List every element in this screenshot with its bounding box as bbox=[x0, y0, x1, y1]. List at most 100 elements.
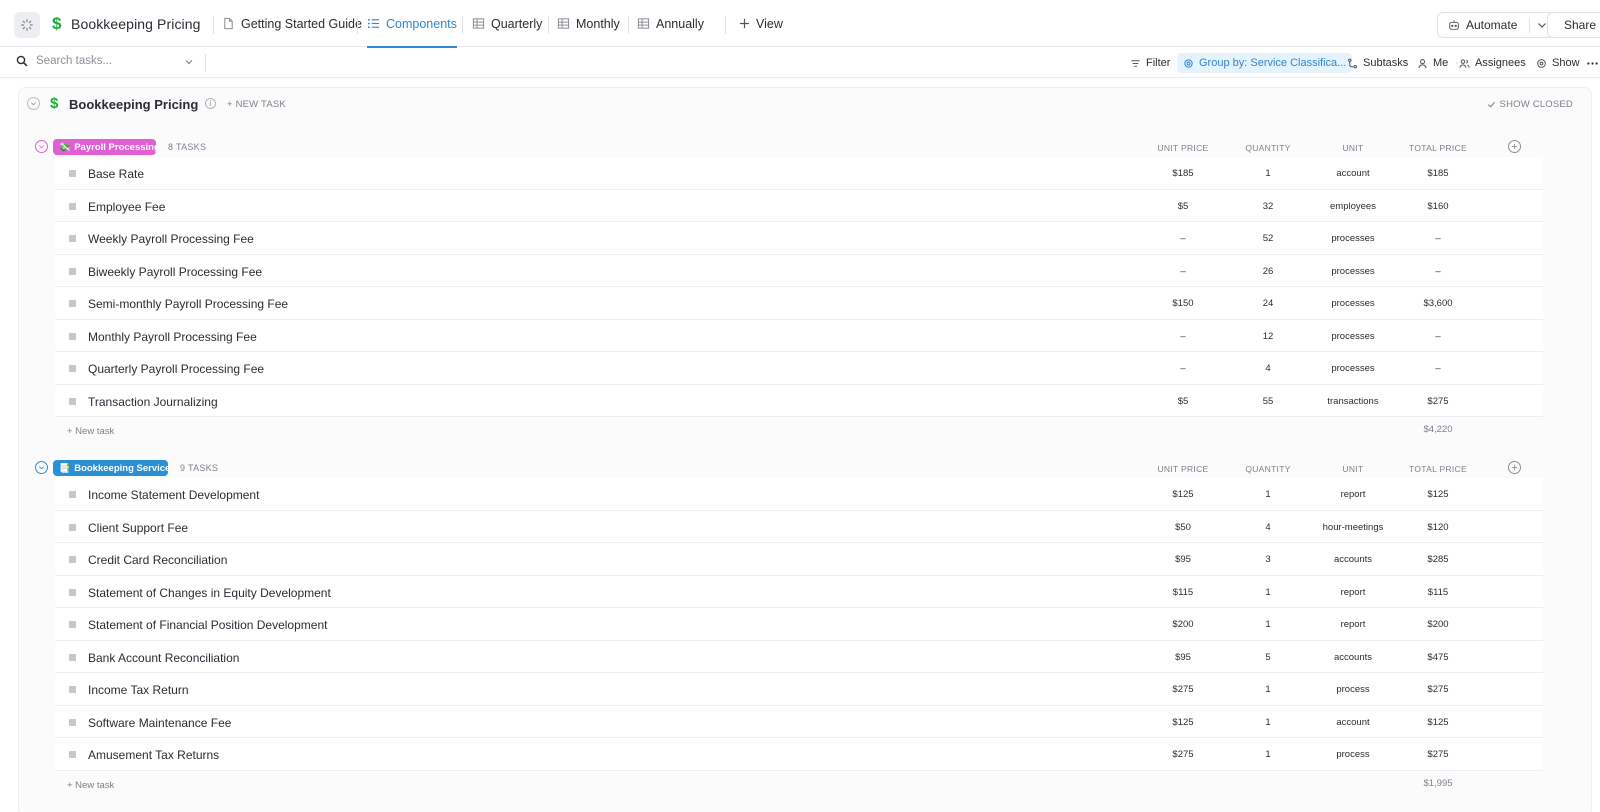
list-title[interactable]: Bookkeeping Pricing bbox=[69, 97, 198, 112]
table-row[interactable]: Semi-monthly Payroll Processing Fee $150 2… bbox=[55, 287, 1543, 320]
column-header-quantity[interactable]: QUANTITY bbox=[1228, 464, 1308, 474]
add-column-button[interactable] bbox=[1508, 140, 1521, 153]
status-square-icon[interactable] bbox=[69, 751, 76, 758]
quantity-cell[interactable]: 32 bbox=[1228, 201, 1308, 212]
status-square-icon[interactable] bbox=[69, 556, 76, 563]
quantity-cell[interactable]: 5 bbox=[1228, 652, 1308, 663]
table-row[interactable]: Monthly Payroll Processing Fee –12 process… bbox=[55, 319, 1543, 352]
status-square-icon[interactable] bbox=[69, 267, 76, 275]
unit-price-cell[interactable]: $115 bbox=[1143, 587, 1223, 598]
unit-price-cell[interactable]: – bbox=[1143, 266, 1223, 277]
task-name[interactable]: Semi-monthly Payroll Processing Fee bbox=[88, 297, 288, 311]
unit-cell[interactable]: report bbox=[1313, 619, 1393, 630]
status-square-icon[interactable] bbox=[69, 170, 76, 177]
quantity-cell[interactable]: 26 bbox=[1228, 266, 1308, 277]
new-task-button[interactable]: + NEW TASK bbox=[227, 99, 286, 110]
table-row[interactable]: Quarterly Payroll Processing Fee –4 proces… bbox=[55, 352, 1543, 385]
status-square-icon[interactable] bbox=[69, 202, 76, 210]
unit-price-cell[interactable]: $5 bbox=[1143, 396, 1223, 407]
unit-price-cell[interactable]: $125 bbox=[1143, 717, 1223, 728]
unit-price-cell[interactable]: – bbox=[1143, 363, 1223, 374]
quantity-cell[interactable]: 4 bbox=[1228, 522, 1308, 533]
task-name[interactable]: Transaction Journalizing bbox=[88, 395, 218, 409]
table-row[interactable]: Employee Fee $5 32 employees $160 bbox=[55, 189, 1543, 222]
unit-price-cell[interactable]: $125 bbox=[1143, 489, 1223, 500]
status-square-icon[interactable] bbox=[69, 523, 76, 531]
table-row[interactable]: Biweekly Payroll Processing Fee –26 proces… bbox=[55, 254, 1543, 287]
task-name[interactable]: Employee Fee bbox=[88, 200, 165, 214]
status-square-icon[interactable] bbox=[69, 300, 76, 307]
table-row[interactable]: Transaction Journalizing $5 55 transactions… bbox=[55, 384, 1543, 417]
status-square-icon[interactable] bbox=[69, 653, 76, 661]
filter-button[interactable]: Filter bbox=[1127, 53, 1173, 73]
quantity-cell[interactable]: 1 bbox=[1228, 587, 1308, 598]
table-row[interactable]: Credit Card Reconciliation $95 3 accounts $2… bbox=[55, 543, 1543, 576]
assignees-button[interactable]: Assignees bbox=[1456, 53, 1529, 73]
quantity-cell[interactable]: 1 bbox=[1228, 717, 1308, 728]
column-header-total-price[interactable]: TOTAL PRICE bbox=[1398, 143, 1478, 153]
subtasks-button[interactable]: Subtasks bbox=[1344, 53, 1411, 73]
unit-price-cell[interactable]: $200 bbox=[1143, 619, 1223, 630]
status-square-icon[interactable] bbox=[69, 718, 76, 726]
table-row[interactable]: Base Rate $185 1 account $185 bbox=[55, 157, 1543, 190]
unit-price-cell[interactable]: $95 bbox=[1143, 652, 1223, 663]
unit-price-cell[interactable]: – bbox=[1143, 331, 1223, 342]
unit-price-cell[interactable]: $5 bbox=[1143, 201, 1223, 212]
status-square-icon[interactable] bbox=[69, 621, 76, 628]
status-square-icon[interactable] bbox=[69, 588, 76, 596]
table-row[interactable]: Statement of Changes in Equity Developme… bbox=[55, 575, 1543, 608]
tab-quarterly[interactable]: Quarterly bbox=[472, 0, 542, 47]
group-pill[interactable]: 💸 Payroll Processing bbox=[53, 139, 160, 155]
unit-cell[interactable]: processes bbox=[1313, 363, 1393, 374]
info-icon[interactable]: i bbox=[205, 98, 216, 109]
task-name[interactable]: Monthly Payroll Processing Fee bbox=[88, 330, 257, 344]
group-pill[interactable]: 📑 Bookkeeping Service bbox=[53, 460, 170, 476]
task-name[interactable]: Statement of Financial Position Developm… bbox=[88, 618, 327, 632]
task-name[interactable]: Quarterly Payroll Processing Fee bbox=[88, 362, 264, 376]
table-row[interactable]: Software Maintenance Fee $125 1 account $125 bbox=[55, 705, 1543, 738]
table-row[interactable]: Statement of Financial Position Developm… bbox=[55, 608, 1543, 641]
tab-annually[interactable]: Annually bbox=[637, 0, 704, 47]
unit-cell[interactable]: process bbox=[1313, 684, 1393, 695]
unit-price-cell[interactable]: $95 bbox=[1143, 554, 1223, 565]
column-header-unit-price[interactable]: UNIT PRICE bbox=[1143, 464, 1223, 474]
group-by-button[interactable]: Group by: Service Classifica... bbox=[1177, 53, 1353, 73]
share-button[interactable]: Share bbox=[1547, 12, 1600, 38]
chevron-down-icon[interactable] bbox=[184, 57, 194, 67]
quantity-cell[interactable]: 1 bbox=[1228, 489, 1308, 500]
task-name[interactable]: Base Rate bbox=[88, 167, 144, 181]
column-header-unit-price[interactable]: UNIT PRICE bbox=[1143, 143, 1223, 153]
table-row[interactable]: Amusement Tax Returns $275 1 process $275 bbox=[55, 738, 1543, 771]
task-name[interactable]: Credit Card Reconciliation bbox=[88, 553, 227, 567]
tab-getting-started-guide[interactable]: Getting Started Guide bbox=[222, 0, 362, 47]
unit-cell[interactable]: account bbox=[1313, 717, 1393, 728]
quantity-cell[interactable]: 3 bbox=[1228, 554, 1308, 565]
unit-price-cell[interactable]: $275 bbox=[1143, 749, 1223, 760]
table-row[interactable]: Income Tax Return $275 1 process $275 bbox=[55, 673, 1543, 706]
unit-cell[interactable]: accounts bbox=[1313, 554, 1393, 565]
status-square-icon[interactable] bbox=[69, 365, 76, 372]
column-header-quantity[interactable]: QUANTITY bbox=[1228, 143, 1308, 153]
new-task-button[interactable]: + New task bbox=[67, 780, 114, 791]
status-square-icon[interactable] bbox=[69, 686, 76, 693]
unit-cell[interactable]: report bbox=[1313, 587, 1393, 598]
quantity-cell[interactable]: 1 bbox=[1228, 684, 1308, 695]
unit-cell[interactable]: report bbox=[1313, 489, 1393, 500]
more-options-button[interactable] bbox=[1584, 53, 1600, 73]
quantity-cell[interactable]: 1 bbox=[1228, 749, 1308, 760]
me-button[interactable]: Me · bbox=[1414, 53, 1462, 73]
unit-price-cell[interactable]: $275 bbox=[1143, 684, 1223, 695]
table-row[interactable]: Income Statement Development $125 1 report $… bbox=[55, 478, 1543, 511]
unit-cell[interactable]: accounts bbox=[1313, 652, 1393, 663]
space-icon[interactable] bbox=[14, 12, 40, 38]
quantity-cell[interactable]: 55 bbox=[1228, 396, 1308, 407]
collapse-group-button[interactable] bbox=[35, 140, 48, 153]
quantity-cell[interactable]: 1 bbox=[1228, 168, 1308, 179]
page-title[interactable]: Bookkeeping Pricing bbox=[71, 16, 201, 32]
unit-cell[interactable]: processes bbox=[1313, 331, 1393, 342]
quantity-cell[interactable]: 52 bbox=[1228, 233, 1308, 244]
quantity-cell[interactable]: 24 bbox=[1228, 298, 1308, 309]
column-header-unit[interactable]: UNIT bbox=[1313, 143, 1393, 153]
unit-cell[interactable]: transactions bbox=[1313, 396, 1393, 407]
task-name[interactable]: Income Tax Return bbox=[88, 683, 189, 697]
